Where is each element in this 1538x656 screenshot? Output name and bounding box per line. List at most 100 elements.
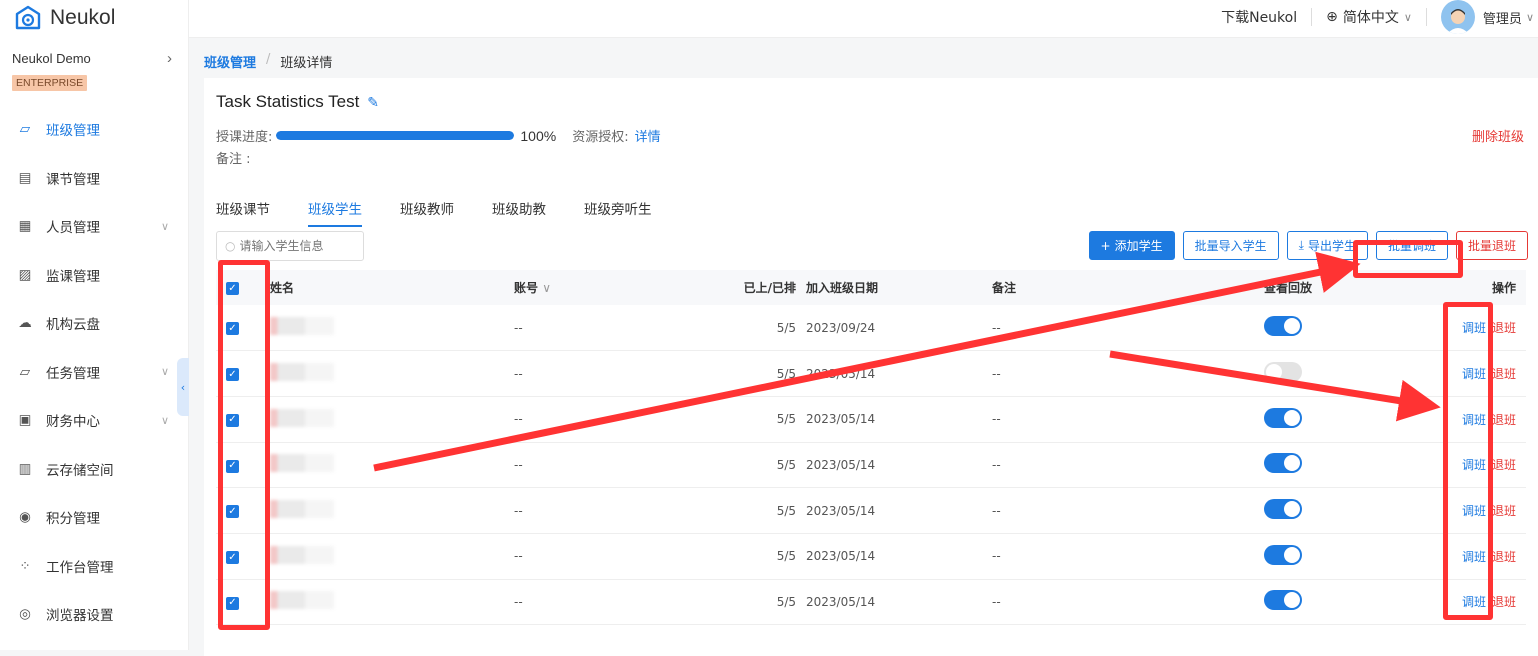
playback-toggle[interactable] — [1264, 316, 1302, 337]
withdraw-link[interactable]: 退班 — [1492, 321, 1516, 335]
col-join-date: 加入班级日期 — [806, 270, 992, 305]
download-link[interactable]: 下载Neukol — [1221, 7, 1297, 27]
playback-toggle[interactable] — [1264, 362, 1302, 383]
delete-class-button[interactable]: 删除班级 — [1472, 126, 1524, 145]
playback-toggle[interactable] — [1264, 453, 1302, 474]
search-icon: ○ — [225, 239, 236, 253]
students-panel: 班级课节 班级学生 班级教师 班级助教 班级旁听生 ○ +添加学生 批量导入学生 ⤓导出… — [204, 186, 1538, 656]
edit-icon[interactable]: ✎ — [367, 94, 379, 111]
sidebar-item-7[interactable]: ▥ 云存储空间 — [0, 445, 189, 494]
cell-join-date: 2023/05/14 — [806, 350, 992, 397]
withdraw-link[interactable]: 退班 — [1492, 458, 1516, 472]
bulk-import-button[interactable]: 批量导入学生 — [1182, 231, 1279, 260]
sidebar-item-9[interactable]: ⁘ 工作台管理 — [0, 542, 189, 591]
add-student-button[interactable]: + 添加学生 — [1088, 231, 1175, 260]
transfer-link[interactable]: 调班 — [1462, 458, 1486, 472]
row-checkbox[interactable]: ✓ — [226, 551, 239, 565]
tab-4[interactable]: 班级旁听生 — [584, 198, 652, 226]
cell-note: -- — [992, 487, 1264, 534]
withdraw-link[interactable]: 退班 — [1492, 367, 1516, 381]
user-name[interactable]: 管理员 — [1483, 8, 1522, 27]
breadcrumb-current: 班级详情 — [280, 56, 333, 71]
collapse-sidebar-button[interactable]: ‹ — [177, 358, 189, 416]
bulk-withdraw-button[interactable]: 批量退班 — [1455, 231, 1528, 260]
sidebar-item-1[interactable]: ▤ 课节管理 — [0, 154, 189, 203]
table-row[interactable]: ✓ -- 5/5 2023/05/14 -- 调班 退班 — [216, 442, 1526, 489]
table-row[interactable]: ✓ -- 5/5 2023/05/14 -- 调班 退班 — [216, 350, 1526, 397]
sidebar-item-5[interactable]: ▱ 任务管理 ∨ — [0, 348, 189, 397]
sidebar-item-2[interactable]: ▦ 人员管理 ∨ — [0, 202, 189, 251]
search-input[interactable] — [239, 239, 350, 253]
playback-toggle[interactable] — [1264, 499, 1302, 520]
transfer-link[interactable]: 调班 — [1462, 367, 1486, 381]
playback-toggle[interactable] — [1264, 544, 1302, 565]
tab-1[interactable]: 班级学生 — [308, 198, 362, 227]
row-checkbox[interactable]: ✓ — [226, 322, 239, 336]
breadcrumb-root[interactable]: 班级管理 — [204, 52, 256, 71]
sidebar-item-6[interactable]: ▣ 财务中心 ∨ — [0, 396, 189, 445]
withdraw-link[interactable]: 退班 — [1492, 413, 1516, 427]
student-name-redacted — [270, 363, 334, 382]
tab-3[interactable]: 班级助教 — [492, 198, 546, 226]
sidebar-item-label: 机构云盘 — [46, 317, 100, 334]
table-header-row: ✓ 姓名 账号 ∨ 已上/已排 加入班级日期 备注 查看回放 操作 — [216, 270, 1526, 305]
task-icon: ▱ — [19, 363, 31, 380]
table-row[interactable]: ✓ -- 5/5 2023/09/24 -- 调班 退班 — [216, 305, 1526, 352]
table-row[interactable]: ✓ -- 5/5 2023/05/14 -- 调班 退班 — [216, 579, 1526, 626]
cell-account: -- — [514, 442, 700, 489]
avatar[interactable] — [1440, 0, 1475, 34]
select-all-checkbox[interactable]: ✓ — [226, 282, 239, 296]
row-checkbox[interactable]: ✓ — [226, 596, 239, 610]
sidebar-item-3[interactable]: ▨ 监课管理 — [0, 251, 189, 300]
transfer-link[interactable]: 调班 — [1462, 550, 1486, 564]
org-name: Neukol Demo — [12, 51, 91, 66]
sidebar-item-4[interactable]: ☁ 机构云盘 — [0, 299, 189, 348]
language-selector[interactable]: ⊕ 简体中文 ∨ — [1326, 7, 1412, 27]
neukol-logo-icon — [15, 5, 41, 30]
cell-account: -- — [514, 579, 700, 626]
org-switcher[interactable]: Neukol Demo › ENTERPRISE — [12, 50, 182, 91]
cell-lessons: 5/5 — [700, 579, 806, 626]
note-label: 备注 : — [216, 152, 251, 167]
student-name-redacted — [270, 408, 334, 427]
row-checkbox[interactable]: ✓ — [226, 368, 239, 382]
transfer-link[interactable]: 调班 — [1462, 413, 1486, 427]
workbench-icon: ⁘ — [19, 557, 31, 574]
transfer-link[interactable]: 调班 — [1462, 321, 1486, 335]
sidebar-item-8[interactable]: ◉ 积分管理 — [0, 493, 189, 542]
tab-0[interactable]: 班级课节 — [216, 198, 270, 226]
row-checkbox[interactable]: ✓ — [226, 459, 239, 473]
withdraw-link[interactable]: 退班 — [1492, 550, 1516, 564]
col-ops: 操作 — [1404, 270, 1526, 305]
app-name: Neukol — [50, 6, 116, 29]
progress-bar — [276, 131, 515, 140]
table-row[interactable]: ✓ -- 5/5 2023/05/14 -- 调班 退班 — [216, 396, 1526, 443]
withdraw-link[interactable]: 退班 — [1492, 504, 1516, 518]
sidebar-item-10[interactable]: ◎ 浏览器设置 — [0, 590, 189, 639]
cell-account: -- — [514, 487, 700, 534]
col-account[interactable]: 账号 ∨ — [514, 270, 700, 305]
bulk-transfer-button[interactable]: 批量调班 — [1375, 231, 1448, 260]
table-row[interactable]: ✓ -- 5/5 2023/05/14 -- 调班 退班 — [216, 533, 1526, 580]
transfer-link[interactable]: 调班 — [1462, 595, 1486, 609]
transfer-link[interactable]: 调班 — [1462, 504, 1486, 518]
finance-icon: ▣ — [18, 412, 32, 429]
table-row[interactable]: ✓ -- 5/5 2023/05/14 -- 调班 退班 — [216, 487, 1526, 534]
resource-detail-link[interactable]: 详情 — [635, 130, 661, 145]
export-students-button[interactable]: ⤓ 导出学生 — [1286, 231, 1368, 260]
withdraw-link[interactable]: 退班 — [1492, 595, 1516, 609]
row-checkbox[interactable]: ✓ — [226, 505, 239, 519]
class-icon: ▱ — [19, 121, 31, 138]
sidebar-item-label: 班级管理 — [46, 123, 100, 140]
sidebar-item-label: 财务中心 — [46, 414, 100, 431]
col-lessons: 已上/已排 — [700, 270, 806, 305]
cell-join-date: 2023/05/14 — [806, 396, 992, 443]
plan-badge: ENTERPRISE — [12, 75, 88, 91]
sidebar-item-0[interactable]: ▱ 班级管理 — [0, 105, 189, 154]
row-checkbox[interactable]: ✓ — [226, 413, 239, 427]
playback-toggle[interactable] — [1264, 590, 1302, 611]
playback-toggle[interactable] — [1264, 407, 1302, 428]
tab-2[interactable]: 班级教师 — [400, 198, 454, 226]
search-box[interactable]: ○ — [216, 231, 364, 261]
app-logo[interactable]: Neukol — [14, 2, 115, 34]
